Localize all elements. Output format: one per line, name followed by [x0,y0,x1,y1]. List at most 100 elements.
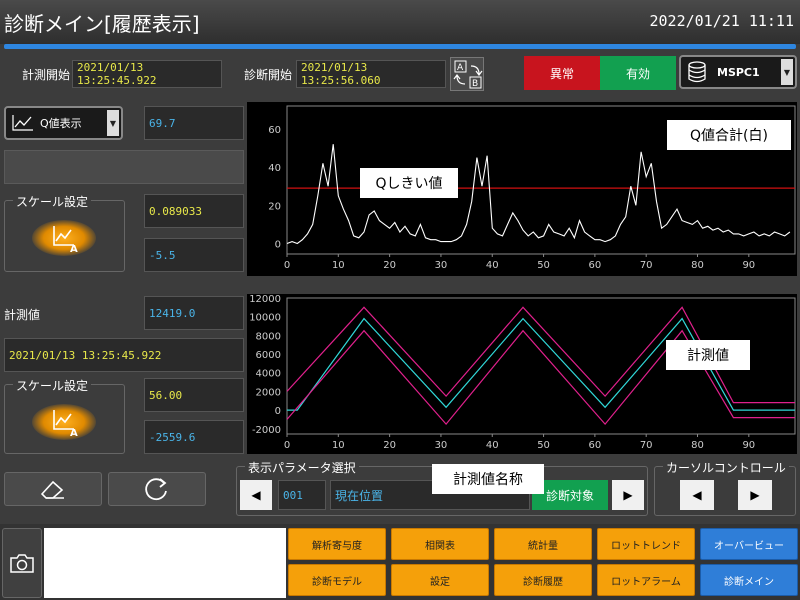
q-scale-min-field[interactable]: -5.5 [144,238,244,272]
m-scale-title: スケール設定 [13,377,92,394]
x-tick-label: 90 [742,440,755,451]
ab-swap-icon: A B [453,60,483,89]
measure-timestamp-field: 2021/01/13 13:25:45.922 [4,338,244,372]
chevron-down-icon: ▼ [781,59,793,85]
diag-start-field: 2021/01/13 13:25:56.060 [296,60,446,88]
measure-value-field: 12419.0 [144,296,244,330]
measure-start-field: 2021/01/13 13:25:45.922 [72,60,222,88]
nav-button[interactable]: 解析寄与度 [288,528,386,560]
clear-button[interactable] [4,472,102,506]
nav-button[interactable]: 相関表 [391,528,489,560]
cursor-right-button[interactable]: ▶ [738,480,772,510]
y-tick-label: 12000 [249,294,281,305]
title-underline [4,44,796,49]
svg-text:A: A [70,244,78,253]
refresh-button[interactable] [108,472,206,506]
q-scale-title: スケール設定 [13,193,92,210]
q-message-area [4,150,244,184]
chevron-down-icon: ▼ [107,110,119,136]
y-tick-label: 10000 [249,313,281,324]
database-select[interactable]: MSPC1 ▼ [679,55,797,89]
q-mode-select[interactable]: Q値表示 ▼ [4,106,123,140]
y-tick-label: 4000 [256,369,281,380]
cursor-left-button[interactable]: ◀ [680,480,714,510]
screenshot-button[interactable] [2,528,42,598]
x-tick-label: 60 [589,260,602,271]
y-tick-label: 0 [275,239,281,250]
page-title: 診断メイン[履歴表示] [4,12,200,36]
x-tick-label: 80 [691,440,704,451]
param-name-label: 計測値名称 [432,464,544,494]
ab-swap-button[interactable]: A B [450,57,484,91]
nav-button[interactable]: 診断モデル [288,564,386,596]
q-threshold-label: Qしきい値 [360,168,458,198]
measure-start-label: 計測開始 [22,68,71,82]
cursor-control-panel: カーソルコントロール [654,459,796,516]
q-total-label: Q値合計(白) [667,120,791,150]
param-prev-button[interactable]: ◀ [240,480,272,510]
x-tick-label: 20 [383,260,396,271]
y-tick-label: 6000 [256,350,281,361]
m-scale-button[interactable]: A [32,404,96,440]
nav-button[interactable]: 診断メイン [700,564,798,596]
m-scale-max-field[interactable]: 56.00 [144,378,244,412]
camera-icon [10,554,34,573]
arrow-left-icon: ◀ [251,488,261,502]
x-tick-label: 40 [486,260,499,271]
x-tick-label: 60 [589,440,602,451]
measure-chart-label: 計測値 [666,340,750,370]
measure-value-chart: 0 10 20 30 40 50 60 70 80 90-20000200040006000800… [247,294,797,454]
param-number-field: 001 [278,480,326,510]
cursor-control-title: カーソルコントロール [663,459,789,476]
y-tick-label: 60 [268,125,281,136]
message-display [44,528,286,598]
nav-button[interactable]: 診断履歴 [494,564,592,596]
scale-chart-icon: A [53,410,78,437]
q-value-field: 69.7 [144,106,244,140]
line-chart-icon [12,115,33,131]
nav-button[interactable]: ロットトレンド [597,528,695,560]
scale-chart-icon: A [53,226,78,253]
measure-value-label: 計測値 [4,308,41,322]
m-scale-min-field[interactable]: -2559.6 [144,420,244,454]
x-tick-label: 50 [537,260,550,271]
y-tick-label: 20 [268,201,281,212]
y-tick-label: 2000 [256,387,281,398]
y-tick-label: -2000 [252,425,281,436]
x-tick-label: 90 [742,260,755,271]
nav-button[interactable]: オーバービュー [700,528,798,560]
database-icon [688,61,706,83]
y-tick-label: 0 [275,406,281,417]
x-tick-label: 0 [284,260,290,271]
arrow-right-icon: ▶ [623,488,633,502]
eraser-icon [40,480,64,499]
refresh-icon [145,478,167,501]
svg-text:A: A [457,63,464,73]
x-tick-label: 10 [332,440,345,451]
nav-button[interactable]: ロットアラーム [597,564,695,596]
svg-text:A: A [70,428,78,437]
x-tick-label: 20 [383,440,396,451]
x-tick-label: 70 [640,440,653,451]
q-scale-max-field[interactable]: 0.089033 [144,194,244,228]
status-abnormal: 異常 [524,56,600,90]
svg-text:B: B [472,79,478,89]
x-tick-label: 40 [486,440,499,451]
x-tick-label: 30 [435,260,448,271]
y-tick-label: 40 [268,163,281,174]
nav-button[interactable]: 設定 [391,564,489,596]
x-tick-label: 70 [640,260,653,271]
diag-start-label: 診断開始 [244,68,293,82]
nav-button[interactable]: 統計量 [494,528,592,560]
status-valid: 有効 [600,56,676,90]
q-scale-button[interactable]: A [32,220,96,256]
arrow-right-icon: ▶ [750,488,760,502]
param-select-title: 表示パラメータ選択 [245,459,359,476]
database-select-value: MSPC1 [717,65,760,79]
x-tick-label: 0 [284,440,290,451]
x-tick-label: 80 [691,260,704,271]
param-next-button[interactable]: ▶ [612,480,644,510]
y-tick-label: 8000 [256,331,281,342]
x-tick-label: 10 [332,260,345,271]
arrow-left-icon: ◀ [692,488,702,502]
